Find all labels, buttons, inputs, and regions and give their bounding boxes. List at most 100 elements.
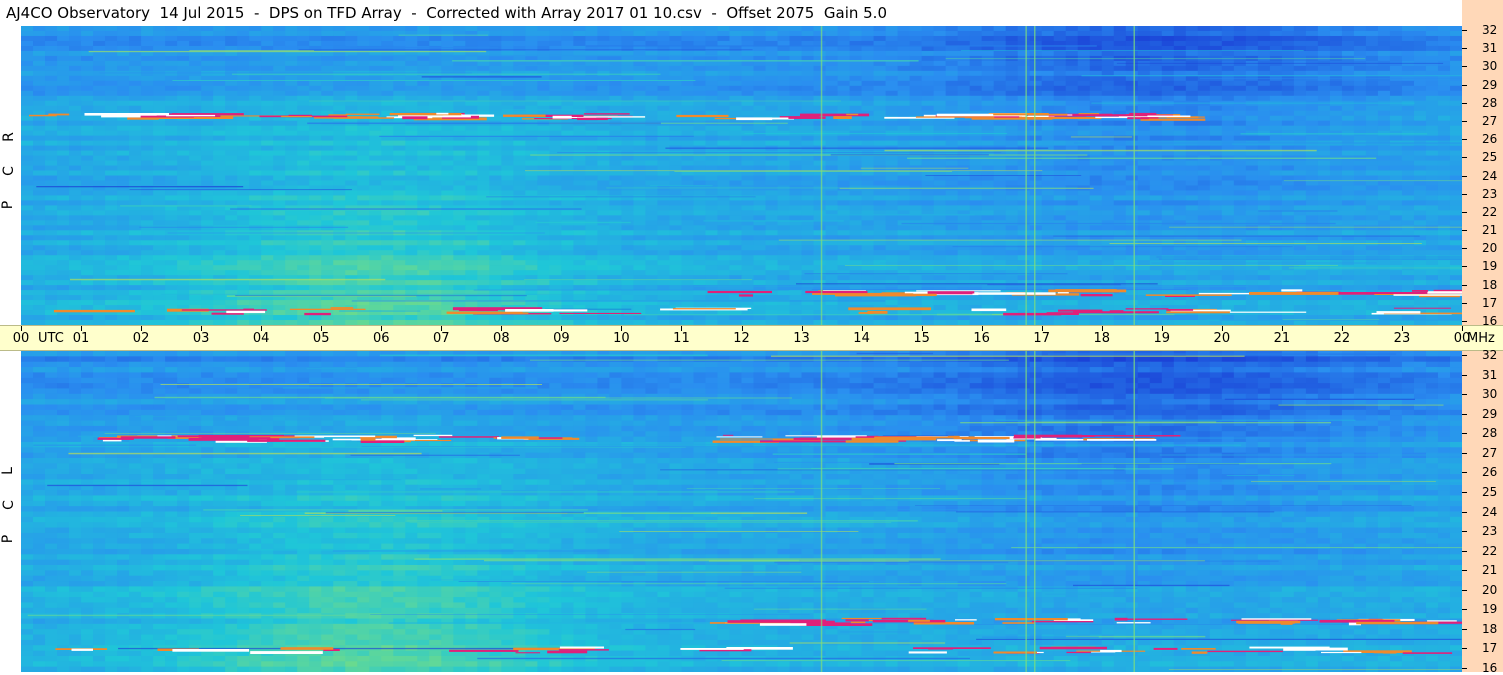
heatmap-cell: [261, 41, 274, 47]
heatmap-cell: [898, 121, 911, 127]
heatmap-cell: [45, 71, 58, 77]
heatmap-cell: [1294, 26, 1307, 32]
heatmap-cell: [153, 86, 166, 92]
heatmap-cell: [1342, 51, 1355, 57]
heatmap-cell: [946, 136, 959, 142]
heatmap-cell: [537, 141, 550, 147]
heatmap-cell: [321, 66, 334, 72]
heatmap-cell: [633, 106, 646, 112]
heatmap-cell: [21, 190, 34, 196]
heatmap-cell: [429, 106, 442, 112]
heatmap-cell: [1390, 176, 1403, 182]
heatmap-cell: [778, 161, 791, 167]
heatmap-cell: [778, 106, 791, 112]
heatmap-cell: [1390, 26, 1403, 32]
heatmap-cell: [393, 36, 406, 42]
heatmap-cell: [69, 200, 82, 206]
heatmap-cell: [1210, 136, 1223, 142]
heatmap-cell: [417, 126, 430, 132]
heatmap-cell: [393, 146, 406, 152]
heatmap-cell: [1414, 26, 1427, 32]
heatmap-cell: [1258, 81, 1271, 87]
heatmap-cell: [417, 66, 430, 72]
heatmap-cell: [105, 131, 118, 137]
heatmap-cell: [1066, 131, 1079, 137]
heatmap-cell: [1126, 136, 1139, 142]
heatmap-cell: [922, 26, 935, 32]
heatmap-cell: [1126, 171, 1139, 177]
heatmap-cell: [970, 31, 983, 37]
heatmap-cell: [1450, 185, 1462, 191]
heatmap-cell: [886, 91, 899, 97]
heatmap-cell: [1354, 61, 1367, 67]
heatmap-cell: [57, 121, 70, 127]
heatmap-cell: [681, 141, 694, 147]
heatmap-cell: [1354, 111, 1367, 117]
heatmap-cell: [81, 171, 94, 177]
heatmap-cell: [934, 36, 947, 42]
heatmap-cell: [1318, 96, 1331, 102]
heatmap-cell: [1342, 185, 1355, 191]
heatmap-cell: [129, 126, 142, 132]
heatmap-cell: [309, 190, 322, 196]
heatmap-cell: [1294, 36, 1307, 42]
heatmap-cell: [573, 210, 586, 216]
heatmap-cell: [1438, 61, 1451, 67]
heatmap-cell: [561, 176, 574, 182]
heatmap-cell: [1438, 161, 1451, 167]
heatmap-cell: [1102, 190, 1115, 196]
heatmap-cell: [1414, 106, 1427, 112]
heatmap-cell: [405, 41, 418, 47]
heatmap-cell: [1390, 205, 1403, 211]
heatmap-cell: [453, 146, 466, 152]
heatmap-cell: [609, 146, 622, 152]
heatmap-cell: [441, 210, 454, 216]
heatmap-cell: [129, 36, 142, 42]
heatmap-cell: [201, 220, 214, 226]
heatmap-cell: [249, 96, 262, 102]
heatmap-cell: [729, 26, 742, 32]
heatmap-cell: [129, 220, 142, 226]
heatmap-cell: [1378, 215, 1391, 221]
heatmap-cell: [477, 205, 490, 211]
heatmap-cell: [357, 56, 370, 62]
heatmap-cell: [1150, 200, 1163, 206]
heatmap-cell: [45, 121, 58, 127]
heatmap-cell: [754, 61, 767, 67]
heatmap-cell: [513, 195, 526, 201]
heatmap-cell: [1126, 126, 1139, 132]
heatmap-cell: [645, 26, 658, 32]
heatmap-cell: [309, 26, 322, 32]
heatmap-cell: [249, 106, 262, 112]
heatmap-cell: [1282, 31, 1295, 37]
heatmap-cell: [982, 36, 995, 42]
heatmap-cell: [946, 190, 959, 196]
heatmap-cell: [345, 46, 358, 52]
heatmap-cell: [597, 171, 610, 177]
heatmap-cell: [1450, 200, 1462, 206]
heatmap-cell: [1042, 161, 1055, 167]
heatmap-cell: [802, 46, 815, 52]
heatmap-cell: [453, 26, 466, 32]
heatmap-cell: [177, 36, 190, 42]
heatmap-cell: [1294, 190, 1307, 196]
heatmap-cell: [826, 161, 839, 167]
heatmap-cell: [1246, 66, 1259, 72]
heatmap-cell: [693, 26, 706, 32]
heatmap-cell: [886, 161, 899, 167]
heatmap-cell: [705, 91, 718, 97]
heatmap-cell: [814, 166, 827, 172]
heatmap-cell: [393, 176, 406, 182]
heatmap-cell: [225, 101, 238, 107]
heatmap-cell: [645, 225, 658, 231]
heatmap-cell: [681, 205, 694, 211]
heatmap-cell: [249, 81, 262, 87]
heatmap-cell: [838, 91, 851, 97]
heatmap-cell: [910, 46, 923, 52]
heatmap-cell: [597, 190, 610, 196]
heatmap-cell: [934, 141, 947, 147]
heatmap-cell: [69, 225, 82, 231]
heatmap-cell: [1306, 225, 1319, 231]
heatmap-cell: [549, 225, 562, 231]
heatmap-cell: [838, 26, 851, 32]
